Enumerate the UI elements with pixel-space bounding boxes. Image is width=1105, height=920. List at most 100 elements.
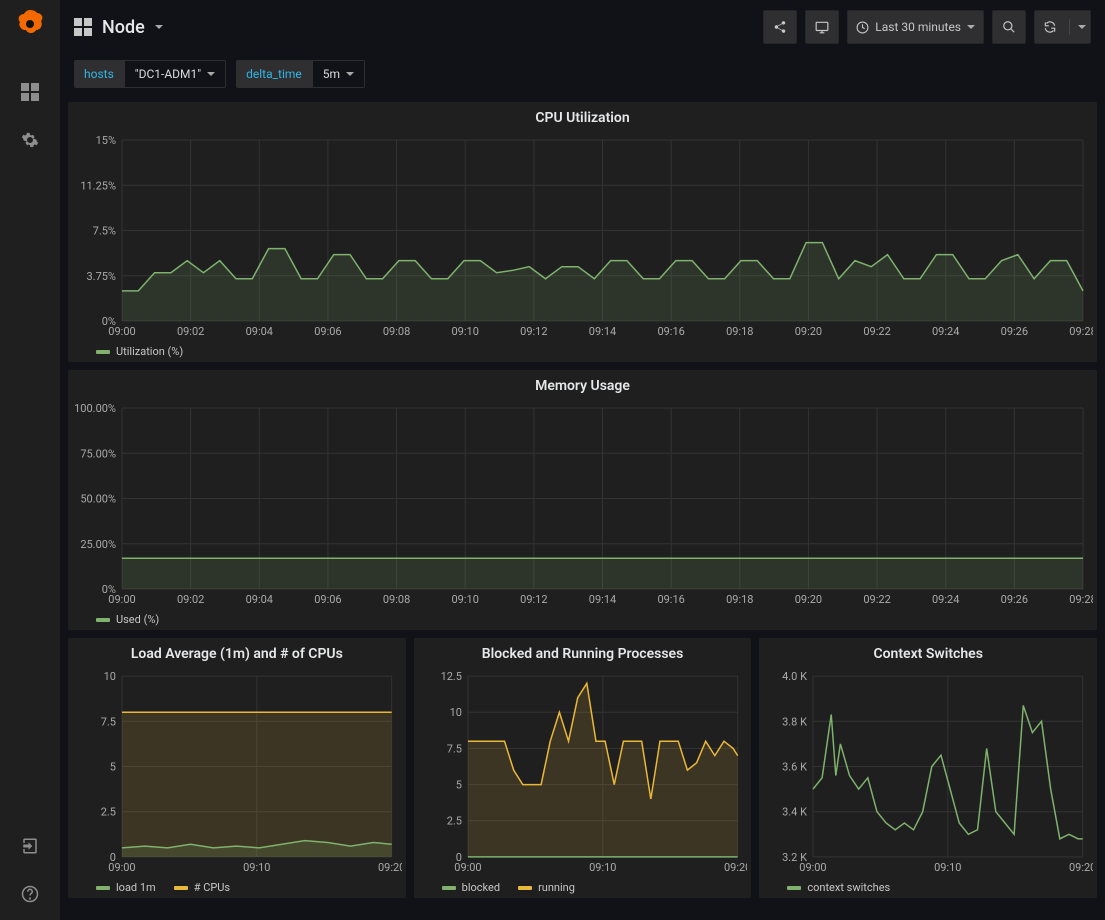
svg-text:09:22: 09:22	[863, 593, 890, 606]
svg-text:5: 5	[110, 761, 116, 774]
svg-text:09:10: 09:10	[452, 325, 479, 338]
var-delta-label: delta_time	[236, 60, 312, 88]
tv-mode-button[interactable]	[805, 10, 839, 44]
var-hosts-value-dropdown[interactable]: "DC1-ADM1"	[124, 60, 226, 88]
panel-title: Load Average (1m) and # of CPUs	[72, 646, 402, 662]
svg-text:3.75%: 3.75%	[86, 270, 116, 283]
legend-label: # CPUs	[194, 881, 230, 894]
search-icon	[1002, 20, 1016, 34]
svg-text:25.00%: 25.00%	[80, 538, 116, 551]
svg-text:09:16: 09:16	[657, 593, 684, 606]
zoom-out-button[interactable]	[992, 10, 1026, 44]
dashboards-icon[interactable]	[18, 80, 42, 104]
legend-item[interactable]: blocked	[442, 881, 500, 894]
svg-text:09:14: 09:14	[589, 593, 616, 606]
help-icon[interactable]	[18, 882, 42, 906]
svg-text:10: 10	[104, 670, 116, 683]
svg-text:09:08: 09:08	[383, 593, 410, 606]
svg-text:09:10: 09:10	[452, 593, 479, 606]
svg-text:50.00%: 50.00%	[80, 493, 116, 506]
clock-icon	[856, 21, 869, 34]
panel-cpu[interactable]: CPU Utilization 0%3.75%7.5%11.25%15%09:0…	[68, 102, 1097, 362]
panels-area: CPU Utilization 0%3.75%7.5%11.25%15%09:0…	[60, 94, 1105, 920]
panel-load[interactable]: Load Average (1m) and # of CPUs 02.557.5…	[68, 638, 406, 898]
legend-label: Utilization (%)	[116, 345, 183, 358]
panel-title: Memory Usage	[72, 378, 1093, 394]
var-delta-value-dropdown[interactable]: 5m	[312, 60, 365, 88]
panel-context-switches[interactable]: Context Switches 3.2 K3.4 K3.6 K3.8 K4.0…	[759, 638, 1097, 898]
svg-text:09:10: 09:10	[243, 861, 270, 874]
svg-text:09:10: 09:10	[589, 861, 616, 874]
svg-text:09:16: 09:16	[657, 325, 684, 338]
svg-text:3.6 K: 3.6 K	[782, 761, 807, 774]
svg-text:09:08: 09:08	[383, 325, 410, 338]
page-title: Node	[102, 17, 145, 38]
signin-icon[interactable]	[18, 834, 42, 858]
svg-text:09:00: 09:00	[454, 861, 481, 874]
svg-text:09:20: 09:20	[378, 861, 402, 874]
refresh-button[interactable]	[1034, 10, 1091, 44]
var-hosts-value-text: "DC1-ADM1"	[135, 67, 201, 81]
share-button[interactable]	[763, 10, 797, 44]
legend-label: load 1m	[116, 881, 156, 894]
svg-text:09:00: 09:00	[800, 861, 827, 874]
svg-text:75.00%: 75.00%	[80, 447, 116, 460]
time-range-label: Last 30 minutes	[875, 20, 961, 34]
svg-text:09:04: 09:04	[246, 593, 273, 606]
topbar: Node Last 30 minutes	[60, 0, 1105, 54]
svg-text:09:00: 09:00	[108, 861, 135, 874]
svg-text:09:06: 09:06	[314, 325, 341, 338]
legend-item[interactable]: running	[518, 881, 575, 894]
panel-memory[interactable]: Memory Usage 0%25.00%50.00%75.00%100.00%…	[68, 370, 1097, 630]
legend-label: blocked	[462, 881, 500, 894]
legend-swatch	[174, 886, 188, 890]
legend-swatch	[96, 350, 110, 354]
legend-label: running	[538, 881, 575, 894]
svg-text:09:02: 09:02	[177, 325, 204, 338]
svg-text:09:00: 09:00	[108, 593, 135, 606]
legend-swatch	[787, 886, 801, 890]
svg-text:09:28: 09:28	[1069, 593, 1093, 606]
legend-label: Used (%)	[116, 613, 159, 626]
gear-icon[interactable]	[18, 128, 42, 152]
svg-text:09:20: 09:20	[795, 325, 822, 338]
sidebar	[0, 0, 60, 920]
time-range-picker[interactable]: Last 30 minutes	[847, 10, 984, 44]
svg-text:7.5: 7.5	[446, 742, 461, 755]
panel-title: CPU Utilization	[72, 110, 1093, 126]
legend-item[interactable]: context switches	[787, 881, 890, 894]
svg-text:09:10: 09:10	[934, 861, 961, 874]
panel-processes[interactable]: Blocked and Running Processes 02.557.510…	[414, 638, 752, 898]
svg-text:2.5: 2.5	[101, 806, 116, 819]
legend-item[interactable]: Used (%)	[96, 613, 159, 626]
panel-title: Context Switches	[763, 646, 1093, 662]
legend-swatch	[442, 886, 456, 890]
svg-text:3.8 K: 3.8 K	[782, 715, 807, 728]
svg-text:09:22: 09:22	[863, 325, 890, 338]
var-delta-value-text: 5m	[323, 67, 340, 81]
var-hosts-label: hosts	[74, 60, 124, 88]
svg-text:09:18: 09:18	[726, 593, 753, 606]
main: Node Last 30 minutes hosts "DC1-ADM1"	[60, 0, 1105, 920]
svg-text:3.4 K: 3.4 K	[782, 806, 807, 819]
share-icon	[773, 20, 787, 34]
svg-text:2.5: 2.5	[446, 815, 461, 828]
legend-item[interactable]: Utilization (%)	[96, 345, 183, 358]
monitor-icon	[815, 20, 829, 34]
grafana-logo[interactable]	[14, 8, 46, 40]
legend-label: context switches	[807, 881, 890, 894]
legend-item[interactable]: load 1m	[96, 881, 156, 894]
legend-item[interactable]: # CPUs	[174, 881, 230, 894]
svg-text:10: 10	[449, 706, 461, 719]
svg-text:11.25%: 11.25%	[80, 179, 116, 192]
chevron-down-icon	[1078, 25, 1086, 29]
dashboard-title-dropdown[interactable]: Node	[74, 17, 163, 38]
svg-text:15%: 15%	[96, 134, 116, 147]
variable-bar: hosts "DC1-ADM1" delta_time 5m	[60, 54, 1105, 94]
svg-text:09:24: 09:24	[932, 325, 959, 338]
svg-text:5: 5	[455, 779, 461, 792]
svg-text:7.5%: 7.5%	[93, 225, 116, 238]
svg-text:09:00: 09:00	[108, 325, 135, 338]
svg-text:09:12: 09:12	[520, 593, 547, 606]
grid-icon	[74, 18, 92, 36]
